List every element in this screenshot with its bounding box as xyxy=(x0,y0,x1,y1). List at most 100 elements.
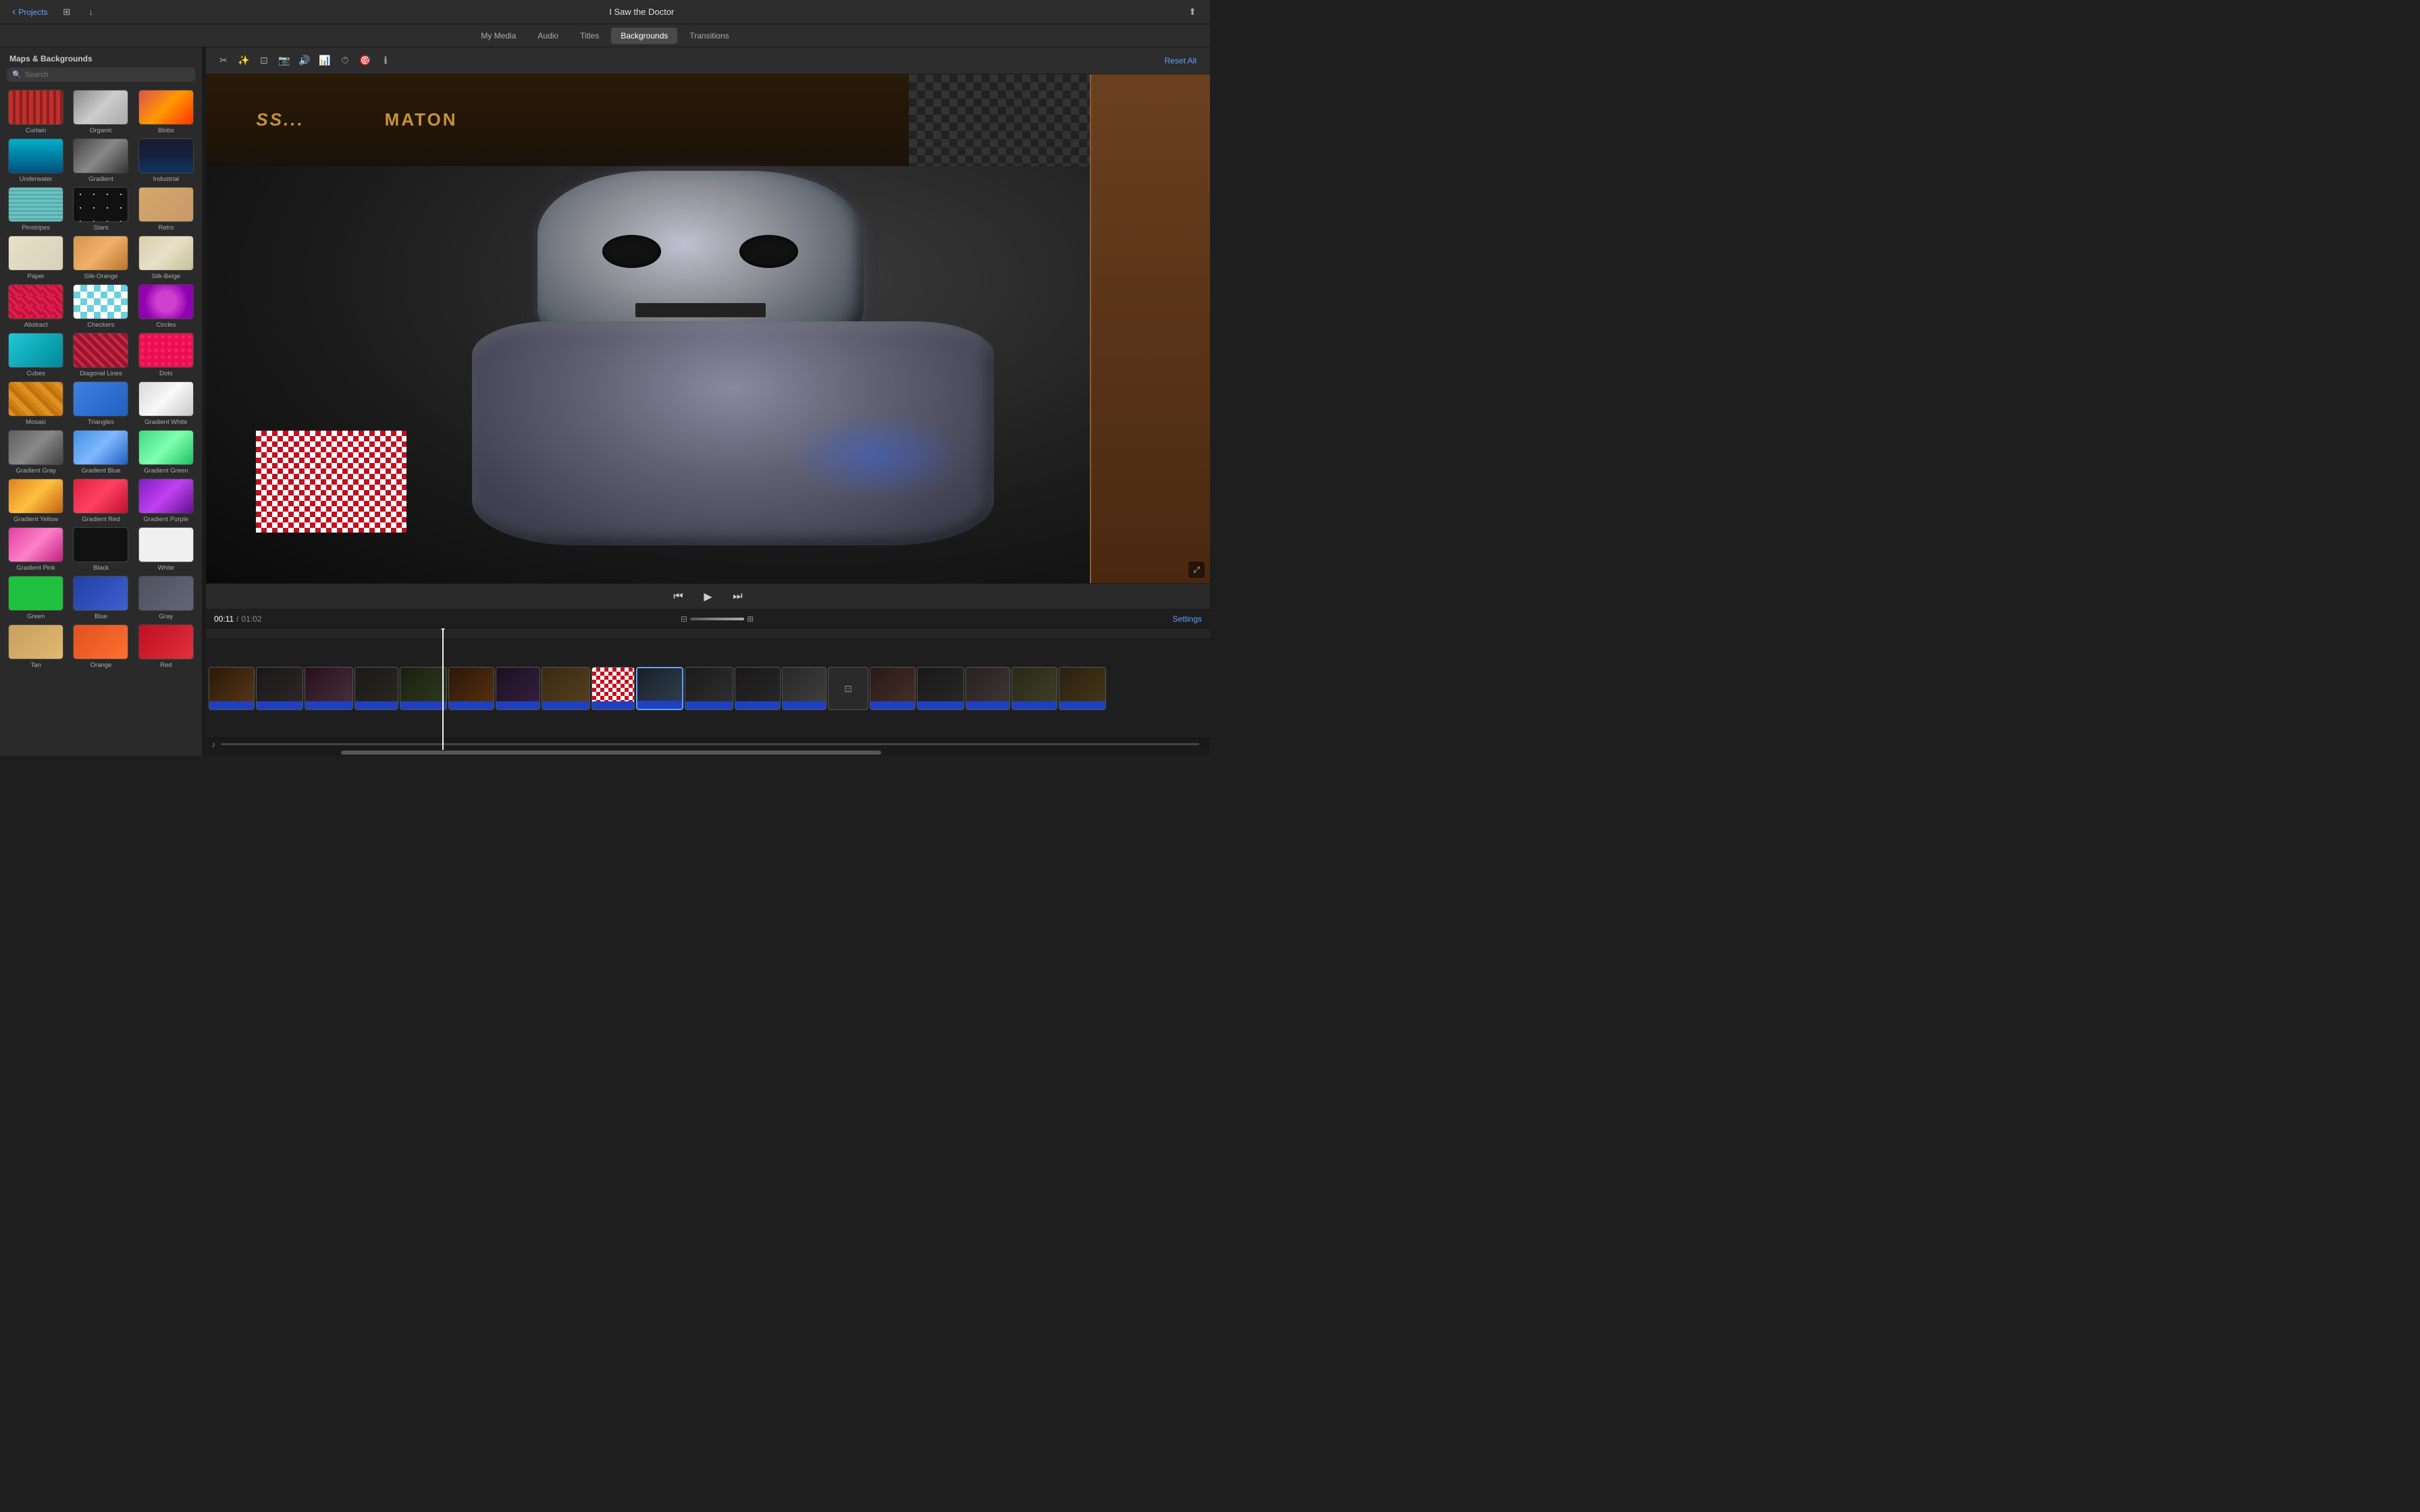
bg-item-mosaic[interactable]: Mosaic xyxy=(5,381,66,426)
bg-item-white[interactable]: White xyxy=(136,527,196,572)
clip-6[interactable] xyxy=(448,667,494,710)
bg-label-gradient-purple: Gradient Purple xyxy=(144,516,189,523)
tab-transitions[interactable]: Transitions xyxy=(680,28,738,44)
bg-item-orange[interactable]: Orange xyxy=(70,624,131,669)
bg-item-diagonal[interactable]: Diagonal Lines xyxy=(70,333,131,377)
clip-7[interactable] xyxy=(496,667,540,710)
bg-item-silk-orange[interactable]: Silk-Orange xyxy=(70,236,131,280)
clip-8[interactable] xyxy=(542,667,590,710)
bg-item-cubes[interactable]: Cubes xyxy=(5,333,66,377)
bg-label-gradient-yellow: Gradient Yellow xyxy=(14,516,58,523)
expand-button[interactable]: ⤢ xyxy=(1188,562,1205,578)
color-button[interactable]: 📊 xyxy=(315,51,334,70)
crop-button[interactable]: ⊡ xyxy=(255,51,273,70)
bg-item-stars[interactable]: Stars xyxy=(70,187,131,232)
clip-11[interactable] xyxy=(685,667,733,710)
clip-10[interactable] xyxy=(636,667,683,710)
bg-item-gradient[interactable]: Gradient xyxy=(70,138,131,183)
bg-thumb-industrial xyxy=(138,138,194,173)
bg-item-underwater[interactable]: Underwater xyxy=(5,138,66,183)
clip-audio-2 xyxy=(257,701,302,709)
bg-item-tan[interactable]: Tan xyxy=(5,624,66,669)
enhance-button[interactable]: ✨ xyxy=(234,51,253,70)
settings-button[interactable]: Settings xyxy=(1173,614,1202,624)
skip-forward-button[interactable]: ⏭ xyxy=(729,587,747,606)
bg-label-silk-beige: Silk-Beige xyxy=(151,273,180,280)
clip-5[interactable] xyxy=(400,667,447,710)
bg-item-gradient-green[interactable]: Gradient Green xyxy=(136,430,196,475)
clip-18[interactable] xyxy=(1059,667,1106,710)
bg-item-black[interactable]: Black xyxy=(70,527,131,572)
bg-item-blue[interactable]: Blue xyxy=(70,576,131,620)
bg-item-curtain[interactable]: Curtain xyxy=(5,90,66,134)
layout-icon-button[interactable]: ⊞ xyxy=(57,3,76,22)
tab-backgrounds[interactable]: Backgrounds xyxy=(611,28,677,44)
bg-label-black: Black xyxy=(93,564,109,572)
bg-item-gradient-red[interactable]: Gradient Red xyxy=(70,479,131,523)
horizontal-scrollbar[interactable] xyxy=(206,751,1210,756)
speed-button[interactable]: ⏱ xyxy=(336,51,354,70)
bg-item-red[interactable]: Red xyxy=(136,624,196,669)
clip-14-cut[interactable]: ⊡ xyxy=(828,667,868,710)
clip-3[interactable] xyxy=(305,667,353,710)
clip-audio-17 xyxy=(1012,701,1057,709)
camera-button[interactable]: 📷 xyxy=(275,51,294,70)
tab-titles[interactable]: Titles xyxy=(571,28,608,44)
bg-item-triangles[interactable]: Triangles xyxy=(70,381,131,426)
video-track[interactable]: ⊡ xyxy=(206,639,1210,738)
clip-1[interactable] xyxy=(209,667,255,710)
projects-button[interactable]: Projects xyxy=(8,3,52,21)
zoom-bar[interactable] xyxy=(690,618,744,620)
tab-audio[interactable]: Audio xyxy=(528,28,568,44)
bg-item-silk-beige[interactable]: Silk-Beige xyxy=(136,236,196,280)
stabilize-button[interactable]: 🎯 xyxy=(356,51,375,70)
bg-item-circles[interactable]: Circles xyxy=(136,284,196,329)
bg-item-blobs[interactable]: Blobs xyxy=(136,90,196,134)
bg-item-abstract[interactable]: Abstract xyxy=(5,284,66,329)
play-button[interactable]: ▶ xyxy=(699,587,718,606)
info-button[interactable]: ℹ xyxy=(376,51,395,70)
bg-item-checkers[interactable]: Checkers xyxy=(70,284,131,329)
clip-17[interactable] xyxy=(1011,667,1057,710)
toolbar: ✂ ✨ ⊡ 📷 🔊 📊 ⏱ 🎯 ℹ Reset All xyxy=(206,47,1210,74)
bg-thumb-orange xyxy=(73,624,128,659)
bg-item-industrial[interactable]: Industrial xyxy=(136,138,196,183)
clip-13[interactable] xyxy=(782,667,826,710)
clip-14[interactable] xyxy=(870,667,916,710)
clip-audio-10 xyxy=(637,701,682,709)
bg-item-retro[interactable]: Retro xyxy=(136,187,196,232)
backgrounds-grid-scroll[interactable]: Curtain Organic Blobs Underwater Gradien… xyxy=(0,87,202,756)
bg-label-green: Green xyxy=(27,613,45,620)
bg-thumb-checkers xyxy=(73,284,128,319)
skip-back-button[interactable]: ⏮ xyxy=(669,587,688,606)
audio-button[interactable]: 🔊 xyxy=(295,51,314,70)
clip-audio-15 xyxy=(918,701,964,709)
clip-12[interactable] xyxy=(735,667,781,710)
cyberman-body xyxy=(472,321,994,545)
bg-item-dots[interactable]: Dots xyxy=(136,333,196,377)
bg-item-gradient-yellow[interactable]: Gradient Yellow xyxy=(5,479,66,523)
clip-15[interactable] xyxy=(917,667,964,710)
bg-item-gradient-white[interactable]: Gradient White xyxy=(136,381,196,426)
bg-item-pinstripes[interactable]: Pinstripes xyxy=(5,187,66,232)
clip-9[interactable] xyxy=(591,667,635,710)
reset-all-button[interactable]: Reset All xyxy=(1159,53,1202,68)
clip-2[interactable] xyxy=(256,667,303,710)
bg-item-gradient-blue[interactable]: Gradient Blue xyxy=(70,430,131,475)
bg-item-paper[interactable]: Paper xyxy=(5,236,66,280)
bg-item-gradient-purple[interactable]: Gradient Purple xyxy=(136,479,196,523)
search-input[interactable] xyxy=(25,71,190,79)
clip-4[interactable] xyxy=(354,667,398,710)
navbar: My Media Audio Titles Backgrounds Transi… xyxy=(0,24,1210,47)
bg-item-green[interactable]: Green xyxy=(5,576,66,620)
bg-item-gradient-pink[interactable]: Gradient Pink xyxy=(5,527,66,572)
tab-my-media[interactable]: My Media xyxy=(471,28,525,44)
bg-item-gradient-gray[interactable]: Gradient Gray xyxy=(5,430,66,475)
scrollbar-thumb[interactable] xyxy=(341,751,881,755)
clip-16[interactable] xyxy=(966,667,1010,710)
download-icon-button[interactable]: ↓ xyxy=(82,3,101,22)
bg-item-gray[interactable]: Gray xyxy=(136,576,196,620)
share-icon-button[interactable]: ⬆ xyxy=(1183,3,1202,22)
cursor-tool-button[interactable]: ✂ xyxy=(214,51,233,70)
bg-item-organic[interactable]: Organic xyxy=(70,90,131,134)
